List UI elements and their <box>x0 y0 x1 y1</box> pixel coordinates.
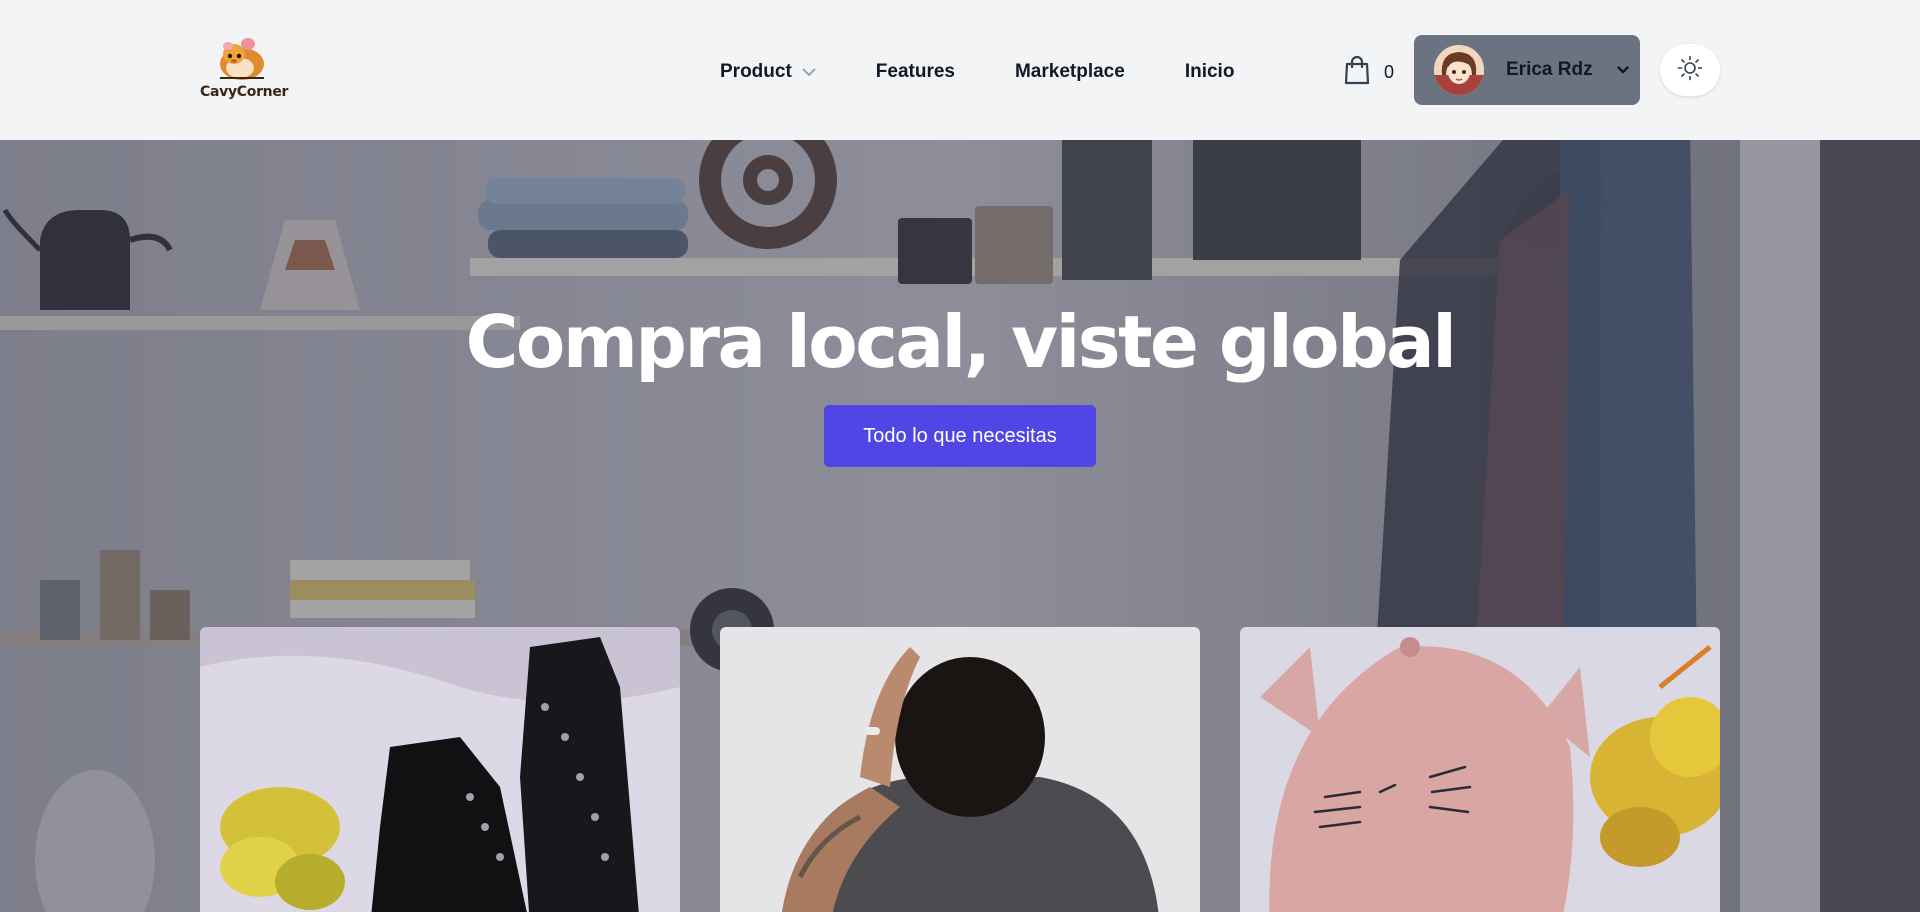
theme-toggle-button[interactable] <box>1660 44 1720 96</box>
chevron-down-icon <box>1616 66 1629 74</box>
nav-item-marketplace[interactable]: Marketplace <box>1015 61 1125 83</box>
shopping-bag-icon <box>1344 55 1370 90</box>
black-boots-image <box>200 627 680 912</box>
cart-count: 0 <box>1384 62 1395 82</box>
nav-item-label: Product <box>720 61 792 82</box>
man-gray-tshirt-image <box>720 627 1200 912</box>
guinea-pig-logo-icon <box>220 38 264 80</box>
hero-title: Compra local, viste global <box>465 300 1457 384</box>
site-header: CavyCorner Product Features Marketplace … <box>0 0 1920 140</box>
user-menu-button[interactable]: Erica Rdz <box>1414 35 1640 105</box>
product-card[interactable] <box>200 627 680 912</box>
user-name: Erica Rdz <box>1506 59 1593 80</box>
chevron-down-icon <box>802 68 816 77</box>
cart-button[interactable]: 0 <box>1344 55 1394 90</box>
nav-item-label: Features <box>875 61 955 82</box>
pink-cat-cap-image <box>1240 627 1720 912</box>
main-nav: Product Features Marketplace Inicio <box>720 56 1234 88</box>
nav-item-features[interactable]: Features <box>876 61 955 83</box>
product-card[interactable] <box>1240 627 1720 912</box>
product-card[interactable] <box>720 627 1200 912</box>
avatar <box>1434 45 1484 95</box>
brand-name: CavyCorner <box>200 84 289 100</box>
hero-section: Compra local, viste global Todo lo que n… <box>0 140 1920 912</box>
nav-item-label: Marketplace <box>1014 61 1125 82</box>
nav-item-inicio[interactable]: Inicio <box>1185 61 1235 83</box>
brand-logo[interactable]: CavyCorner <box>200 34 289 106</box>
nav-item-product[interactable]: Product <box>720 61 816 83</box>
cta-button[interactable]: Todo lo que necesitas <box>824 405 1096 467</box>
sun-icon <box>1677 55 1703 86</box>
nav-item-label: Inicio <box>1184 61 1235 82</box>
